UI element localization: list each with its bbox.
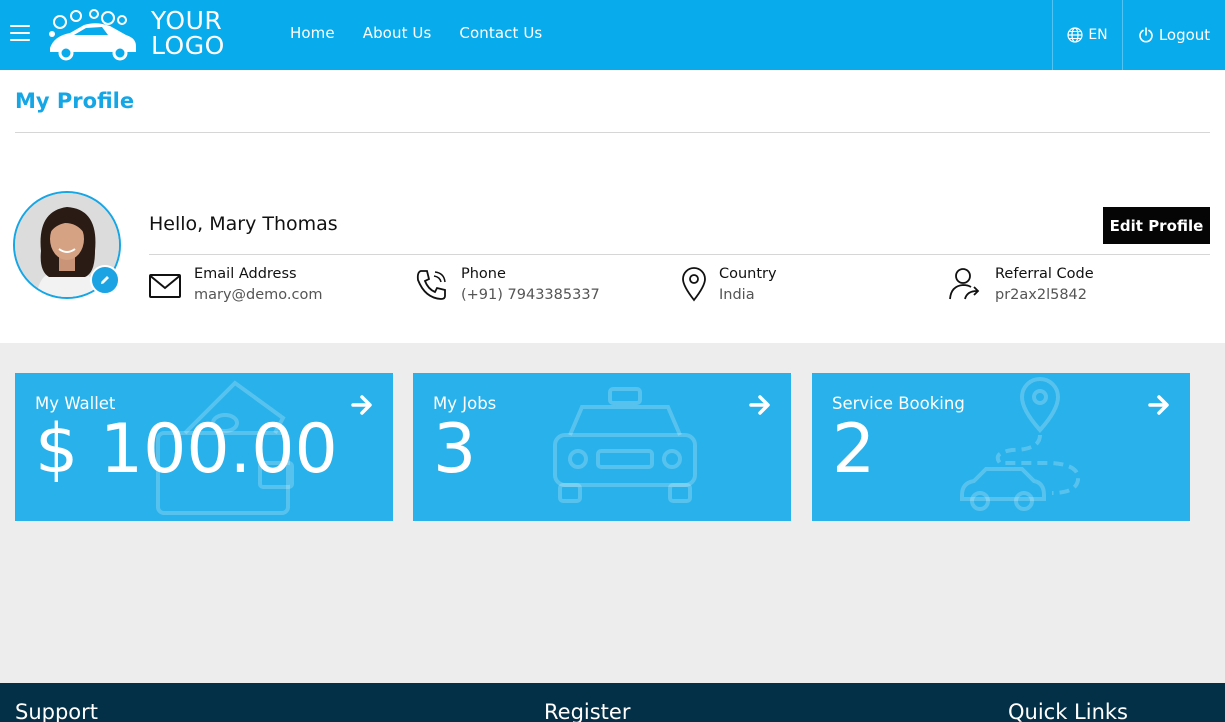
top-header: YOUR LOGO Home About Us Contact Us EN Lo… <box>0 0 1225 70</box>
info-country-value: India <box>719 287 755 303</box>
wallet-card[interactable]: My Wallet $ 100.00 <box>15 373 393 521</box>
page-title: My Profile <box>15 89 135 113</box>
info-phone-label: Phone <box>461 266 506 282</box>
title-divider <box>15 132 1210 133</box>
jobs-card[interactable]: My Jobs 3 <box>413 373 791 521</box>
header-actions: EN Logout <box>1052 0 1225 70</box>
logout-button[interactable]: Logout <box>1122 0 1225 70</box>
info-email-value: mary@demo.com <box>194 287 323 303</box>
language-label: EN <box>1088 27 1108 43</box>
info-country-label: Country <box>719 266 777 282</box>
info-referral-value: pr2ax2l5842 <box>995 287 1088 303</box>
info-referral-label: Referral Code <box>995 266 1094 282</box>
footer: Support Register Quick Links <box>0 683 1225 722</box>
edit-avatar-button[interactable] <box>90 265 120 295</box>
nav-about-us[interactable]: About Us <box>363 24 432 42</box>
wallet-card-value: $ 100.00 <box>35 410 338 489</box>
arrow-right-icon[interactable] <box>351 394 373 416</box>
route-car-icon <box>960 377 1081 511</box>
edit-profile-button[interactable]: Edit Profile <box>1103 207 1210 244</box>
envelope-icon <box>149 274 181 298</box>
logout-label: Logout <box>1158 26 1211 44</box>
footer-heading-quick-links: Quick Links <box>1008 700 1129 722</box>
info-divider <box>149 254 1210 255</box>
info-email-label: Email Address <box>194 266 297 282</box>
phone-icon <box>416 270 446 300</box>
menu-icon[interactable] <box>10 25 30 43</box>
profile-panel: My Profile Hello, Mary Thomas Edit Profi… <box>0 70 1225 343</box>
language-selector[interactable]: EN <box>1052 0 1122 70</box>
logo-car-icon[interactable] <box>46 8 140 62</box>
arrow-right-icon[interactable] <box>1148 394 1170 416</box>
footer-heading-support: Support <box>15 700 99 722</box>
pencil-icon <box>101 276 109 284</box>
avatar-container <box>13 191 121 299</box>
power-icon <box>1139 27 1153 43</box>
jobs-card-value: 3 <box>433 410 477 489</box>
globe-icon <box>1067 27 1083 43</box>
info-phone-value: (+91) 7943385337 <box>461 287 600 303</box>
user-share-icon <box>949 268 980 300</box>
nav-contact-us[interactable]: Contact Us <box>459 24 542 42</box>
service-booking-card[interactable]: Service Booking 2 <box>812 373 1190 521</box>
greeting: Hello, Mary Thomas <box>149 213 338 235</box>
logo-line-1: YOUR <box>151 6 223 35</box>
footer-heading-register: Register <box>544 700 631 722</box>
taxi-icon <box>553 387 697 503</box>
arrow-right-icon[interactable] <box>749 394 771 416</box>
location-pin-icon <box>682 267 706 302</box>
logo-line-2: LOGO <box>151 31 225 60</box>
nav-home[interactable]: Home <box>290 24 335 42</box>
main-nav: Home About Us Contact Us <box>290 24 542 42</box>
service-booking-card-value: 2 <box>832 410 876 489</box>
logo-text[interactable]: YOUR LOGO <box>151 8 225 58</box>
